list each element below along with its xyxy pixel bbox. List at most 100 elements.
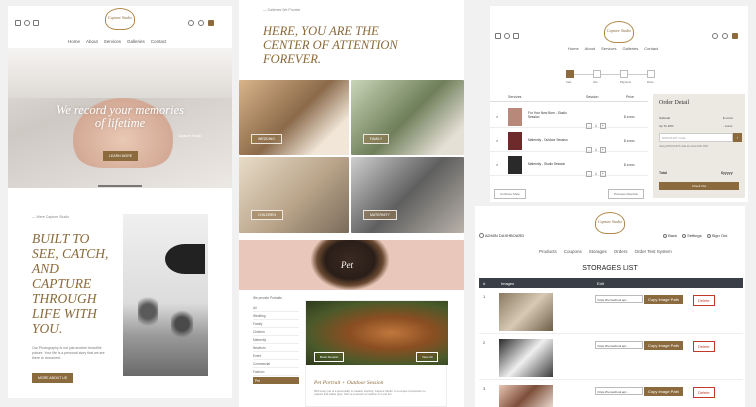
gallery-children[interactable]: CHILDREN [239, 157, 349, 233]
gallery-maternity[interactable]: MATERNITY [351, 157, 464, 233]
tag-maternity[interactable]: MATERNITY [363, 210, 397, 220]
search-icon[interactable] [188, 20, 194, 26]
brand-logo[interactable]: Capture Studio [604, 21, 634, 43]
continue-shop-button[interactable]: Continue Shop [494, 189, 526, 199]
previous-button[interactable]: Previous Attention [608, 189, 645, 199]
category-item-active[interactable]: Pet [253, 377, 299, 384]
nav-storages[interactable]: Storages [589, 249, 607, 254]
nav-home[interactable]: Home [68, 39, 80, 44]
youtube-icon[interactable] [33, 20, 39, 26]
qty-stepper[interactable]: -1 + [586, 162, 606, 180]
image-path-input[interactable]: https://heroschool.ap/... [595, 387, 643, 395]
facebook-icon[interactable] [15, 20, 21, 26]
gallery-wedding[interactable]: WEDDING [239, 80, 349, 155]
delete-button[interactable]: Delete [693, 295, 715, 306]
qty-plus[interactable]: + [599, 147, 606, 153]
step-payment[interactable] [620, 70, 628, 78]
view-all-button[interactable]: View All [416, 352, 439, 362]
category-item[interactable]: Family [253, 320, 299, 328]
nav-home[interactable]: Home [568, 46, 579, 51]
category-item[interactable]: Newborn [253, 344, 299, 352]
apply-discount-button[interactable]: › [733, 133, 742, 142]
category-item[interactable]: Children [253, 328, 299, 336]
cart-icon[interactable] [732, 33, 738, 39]
nav-products[interactable]: Products [539, 249, 557, 254]
copy-image-path-button[interactable]: Copy Image Path [644, 295, 683, 304]
nav-order-test[interactable]: Order Test System [635, 249, 672, 254]
qty-minus[interactable]: - [586, 171, 592, 177]
category-item[interactable]: Wedding [253, 312, 299, 320]
hero-slider-indicator[interactable] [98, 185, 142, 187]
qty-plus[interactable]: + [599, 171, 606, 177]
qty-value[interactable]: 1 [595, 124, 597, 128]
main-nav: Home About Services Galleries Contact [68, 39, 166, 44]
remove-icon[interactable]: × [496, 138, 498, 143]
nav-services[interactable]: Services [104, 39, 121, 44]
category-item[interactable]: Commercial [253, 360, 299, 368]
brand-logo[interactable]: Capture Studio [105, 8, 135, 30]
nav-services[interactable]: Services [601, 46, 616, 51]
nav-contact[interactable]: Contact [151, 39, 167, 44]
cart-header: Services Session Price [490, 94, 648, 102]
admin-dashboard-label[interactable]: ADMIN DASHBOARD [479, 233, 524, 239]
step-info[interactable] [593, 70, 601, 78]
nav-galleries[interactable]: Galleries [622, 46, 638, 51]
delete-button[interactable]: Delete [693, 341, 715, 352]
category-item[interactable]: Maternity [253, 336, 299, 344]
copy-image-path-button[interactable]: Copy Image Path [644, 341, 683, 350]
user-icon[interactable] [198, 20, 204, 26]
checkout-button[interactable]: Check Out [659, 182, 739, 190]
qty-minus[interactable]: - [586, 123, 592, 129]
nav-galleries[interactable]: Galleries [127, 39, 145, 44]
gallery-family[interactable]: FAMILY [351, 80, 464, 155]
order-subtotal-label: Subtotal [659, 116, 671, 120]
nav-about[interactable]: About [585, 46, 595, 51]
book-session-button[interactable]: Book Session [314, 352, 345, 362]
qty-value[interactable]: 1 [595, 172, 597, 176]
cart-icon[interactable] [208, 20, 214, 26]
qty-plus[interactable]: + [599, 123, 606, 129]
back-icon [663, 233, 667, 238]
learn-more-button[interactable]: LEARN MORE [103, 151, 139, 161]
tag-family[interactable]: FAMILY [363, 134, 390, 144]
qty-value[interactable]: 1 [595, 148, 597, 152]
search-icon[interactable] [712, 33, 718, 39]
sign-out-link[interactable]: Sign Out [706, 233, 727, 238]
pet-card: Book Session View All Pet Portrait + Out… [305, 300, 448, 407]
remove-icon[interactable]: × [496, 162, 498, 167]
storage-image [499, 293, 553, 331]
back-link[interactable]: Back [663, 233, 677, 238]
image-path-input[interactable]: https://heroschool.ap/... [595, 295, 643, 303]
settings-link[interactable]: Settings [682, 233, 702, 238]
nav-contact[interactable]: Contact [644, 46, 658, 51]
brand-name: Capture Studio [107, 15, 133, 20]
tag-children[interactable]: CHILDREN [251, 210, 283, 220]
storage-row: 1 https://heroschool.ap/... Copy Image P… [479, 290, 743, 334]
youtube-icon[interactable] [513, 33, 519, 39]
user-icon[interactable] [722, 33, 728, 39]
discount-code-field[interactable]: DISCOUNT Code [659, 133, 733, 142]
tag-wedding[interactable]: WEDDING [251, 134, 282, 144]
pet-card-title: Pet Portrait + Outdoor Session [314, 380, 384, 386]
step-done[interactable] [647, 70, 655, 78]
nav-coupons[interactable]: Coupons [564, 249, 582, 254]
cart-table: Services Session Price × For Your New Bo… [490, 94, 648, 186]
delete-button[interactable]: Delete [693, 387, 715, 398]
category-item[interactable]: All [253, 304, 299, 312]
facebook-icon[interactable] [495, 33, 501, 39]
category-item[interactable]: Event [253, 352, 299, 360]
nav-orders[interactable]: Orders [614, 249, 628, 254]
copy-image-path-button[interactable]: Copy Image Path [644, 387, 683, 396]
category-item[interactable]: Fashion [253, 368, 299, 376]
qty-minus[interactable]: - [586, 147, 592, 153]
col-price: Price [626, 95, 634, 99]
item-name: For Your New Born - Studio Session [528, 111, 567, 119]
instagram-icon[interactable] [504, 33, 510, 39]
brand-logo[interactable]: Capture Studio [595, 212, 625, 234]
instagram-icon[interactable] [24, 20, 30, 26]
more-about-us-button[interactable]: MORE ABOUT US [32, 373, 74, 383]
remove-icon[interactable]: × [496, 114, 498, 119]
nav-about[interactable]: About [86, 39, 98, 44]
image-path-input[interactable]: https://heroschool.ap/... [595, 341, 643, 349]
step-cart[interactable] [566, 70, 574, 78]
